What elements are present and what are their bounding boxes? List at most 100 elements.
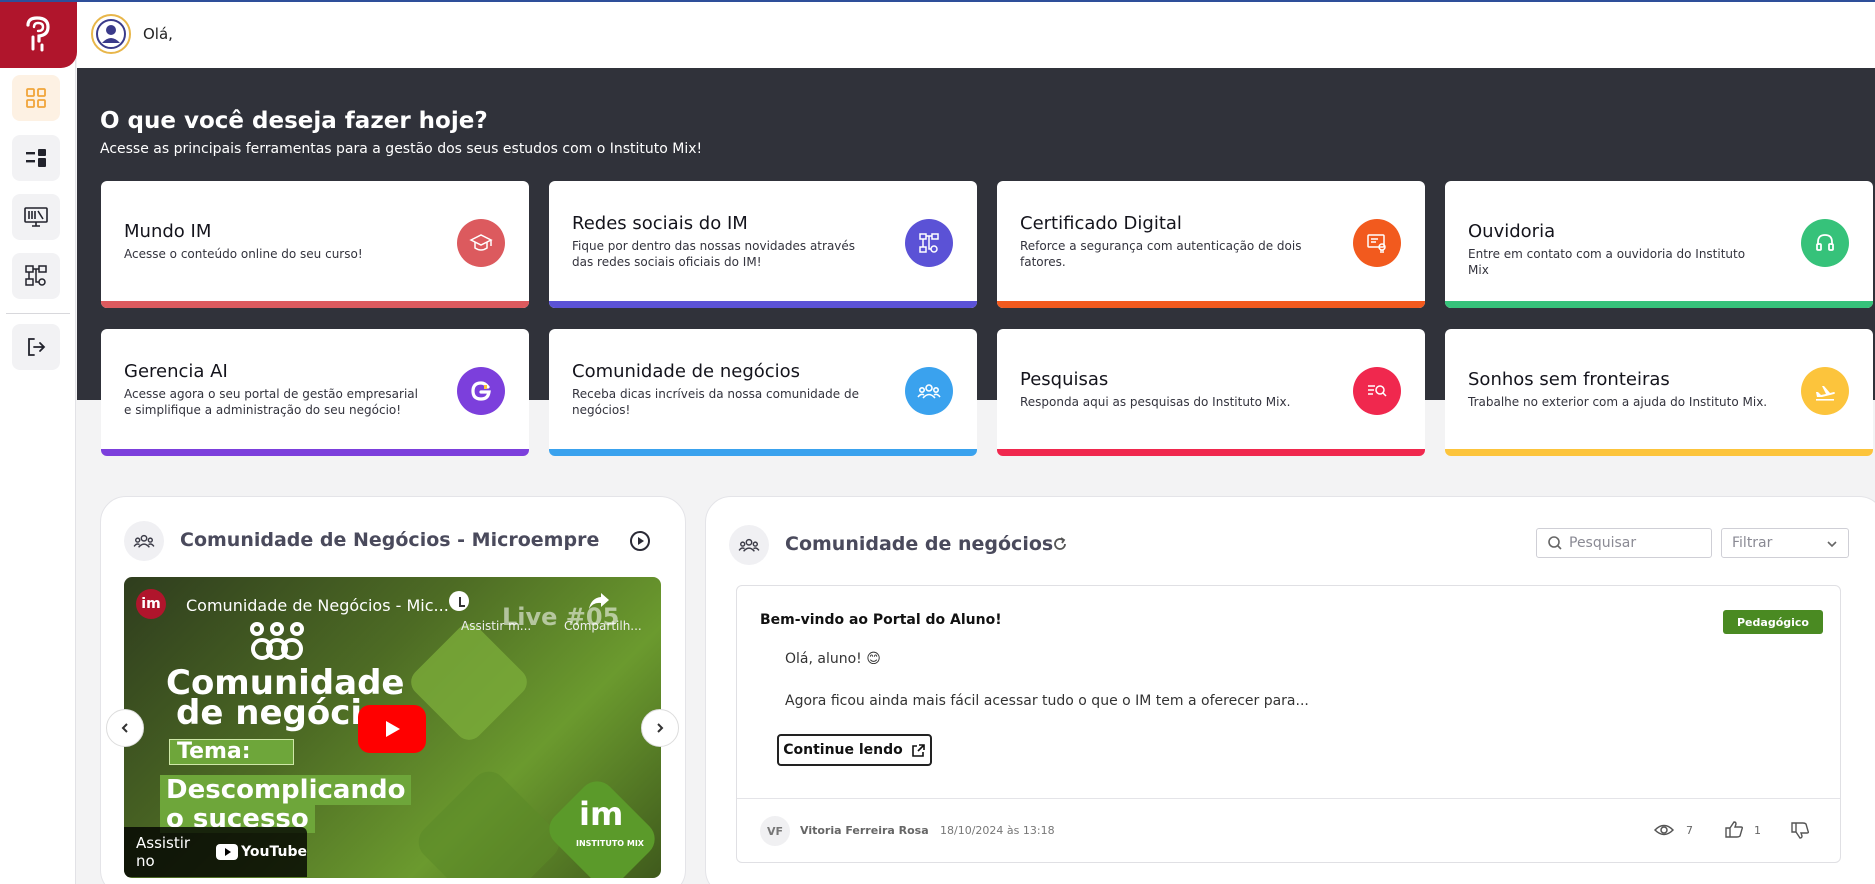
card-redes-sociais[interactable]: Redes sociais do IM Fique por dentro das… — [549, 181, 977, 308]
post-date: 18/10/2024 às 13:18 — [940, 824, 1055, 837]
card-title: Certificado Digital — [1020, 213, 1182, 234]
survey-icon — [1353, 367, 1401, 415]
chevron-right-icon — [657, 723, 664, 733]
card-accent-bar — [101, 449, 529, 456]
card-title: Pesquisas — [1020, 369, 1109, 390]
community-icon — [124, 521, 164, 561]
youtube-play-button[interactable] — [358, 705, 426, 753]
community-logo-icon — [250, 622, 304, 660]
sidebar — [0, 0, 77, 884]
post-divider — [737, 798, 1840, 799]
external-link-icon — [911, 743, 925, 757]
video-topic: Descomplicando — [160, 775, 412, 805]
views-count: 7 — [1686, 824, 1693, 837]
carousel-prev-button[interactable] — [106, 709, 144, 747]
card-description: Acesse agora o seu portal de gestão empr… — [124, 387, 418, 417]
card-description: Acesse o conteúdo online do seu curso! — [124, 247, 363, 261]
card-description: Entre em contato com a ouvidoria do Inst… — [1468, 247, 1746, 277]
nav-network[interactable] — [12, 253, 60, 299]
nav-dashboard[interactable] — [12, 75, 60, 121]
layout-icon — [26, 149, 46, 167]
avatar[interactable] — [91, 14, 131, 54]
nav-logout[interactable] — [12, 324, 60, 370]
search-box[interactable] — [1536, 528, 1712, 558]
youtube-video-embed[interactable]: im Comunidade de Negócios - Mic... Assis… — [124, 577, 661, 878]
logo-icon — [25, 16, 50, 52]
post-line-2: Agora ficou ainda mais fácil acessar tud… — [785, 693, 1309, 709]
card-accent-bar — [997, 301, 1425, 308]
search-icon — [1548, 536, 1562, 550]
network-icon — [25, 265, 47, 286]
search-input[interactable] — [1569, 535, 1699, 551]
card-comunidade[interactable]: Comunidade de negócios Receba dicas incr… — [549, 329, 977, 456]
author-avatar: VF — [760, 816, 790, 846]
brand-name: INSTITUTO MIX — [576, 839, 644, 848]
grid-icon — [26, 88, 46, 108]
card-certificado[interactable]: Certificado Digital Reforce a segurança … — [997, 181, 1425, 308]
card-accent-bar — [997, 449, 1425, 456]
user-icon — [96, 19, 126, 49]
social-network-icon — [905, 219, 953, 267]
sidebar-divider — [6, 313, 70, 314]
card-description: Receba dicas incríveis da nossa comunida… — [572, 387, 859, 417]
continue-reading-button[interactable]: Continue lendo — [777, 734, 932, 766]
youtube-icon — [216, 844, 239, 860]
card-gerencia-ai[interactable]: Gerencia AI Acesse agora o seu portal de… — [101, 329, 529, 456]
refresh-icon[interactable] — [1051, 535, 1069, 557]
community-icon — [729, 525, 769, 565]
category-badge: Pedagógico — [1723, 610, 1823, 634]
video-panel-title: Comunidade de Negócios - Microempreend..… — [180, 529, 600, 551]
card-pesquisas[interactable]: Pesquisas Responda aqui as pesquisas do … — [997, 329, 1425, 456]
card-accent-bar — [1445, 449, 1873, 456]
headset-icon — [1801, 219, 1849, 267]
card-title: Mundo IM — [124, 221, 212, 242]
page-subtitle: Acesse as principais ferramentas para a … — [100, 141, 703, 157]
greeting: Olá, — [143, 25, 173, 43]
tema-label: Tema: — [177, 739, 251, 764]
gerencia-ai-icon — [457, 367, 505, 415]
youtube-wordmark: YouTube — [241, 844, 307, 860]
filter-label: Filtrar — [1732, 535, 1773, 551]
carousel-next-button[interactable] — [641, 709, 679, 747]
certificate-icon — [1353, 219, 1401, 267]
card-title: Ouvidoria — [1468, 221, 1556, 242]
top-accent-line — [0, 0, 1875, 2]
card-ouvidoria[interactable]: Ouvidoria Entre em contato com a ouvidor… — [1445, 181, 1873, 308]
video-title[interactable]: Comunidade de Negócios - Mic... — [186, 596, 449, 615]
filter-select[interactable]: Filtrar — [1721, 528, 1849, 558]
card-mundo-im[interactable]: Mundo IM Acesse o conteúdo online do seu… — [101, 181, 529, 308]
airplane-icon — [1801, 367, 1849, 415]
community-icon — [905, 367, 953, 415]
card-accent-bar — [101, 301, 529, 308]
card-description: Reforce a segurança com autenticação de … — [1020, 239, 1302, 269]
watch-on-label: Assistir no — [136, 834, 191, 870]
continue-reading-label: Continue lendo — [783, 742, 903, 758]
nav-courses[interactable] — [12, 194, 60, 240]
post-title[interactable]: Bem-vindo ao Portal do Aluno! — [760, 612, 1002, 628]
chevron-down-icon — [1827, 541, 1837, 548]
channel-avatar[interactable]: im — [136, 589, 166, 619]
youtube-logo: YouTube — [216, 844, 307, 860]
card-sonhos[interactable]: Sonhos sem fronteiras Trabalhe no exteri… — [1445, 329, 1873, 456]
nav-layout[interactable] — [12, 135, 60, 181]
thumbs-up-icon[interactable] — [1724, 820, 1744, 842]
page-title: O que você deseja fazer hoje? — [100, 108, 488, 134]
likes-count: 1 — [1754, 824, 1761, 837]
eye-icon — [1653, 822, 1675, 841]
app-logo[interactable] — [0, 0, 77, 68]
clock-hand — [459, 605, 465, 607]
books-monitor-icon — [24, 207, 48, 227]
author-name: Vitoria Ferreira Rosa — [800, 824, 929, 837]
card-title: Redes sociais do IM — [572, 213, 748, 234]
card-title: Sonhos sem fronteiras — [1468, 369, 1670, 390]
graduation-cap-icon — [457, 219, 505, 267]
feed-title: Comunidade de negócios — [785, 533, 1054, 555]
play-icon — [386, 721, 400, 737]
watch-on-youtube[interactable]: Assistir no YouTube — [124, 827, 307, 877]
card-title: Gerencia AI — [124, 361, 228, 382]
play-circle-icon[interactable] — [629, 530, 651, 556]
card-accent-bar — [549, 449, 977, 456]
logout-icon — [28, 338, 46, 356]
thumbs-down-icon[interactable] — [1790, 822, 1810, 844]
card-accent-bar — [549, 301, 977, 308]
